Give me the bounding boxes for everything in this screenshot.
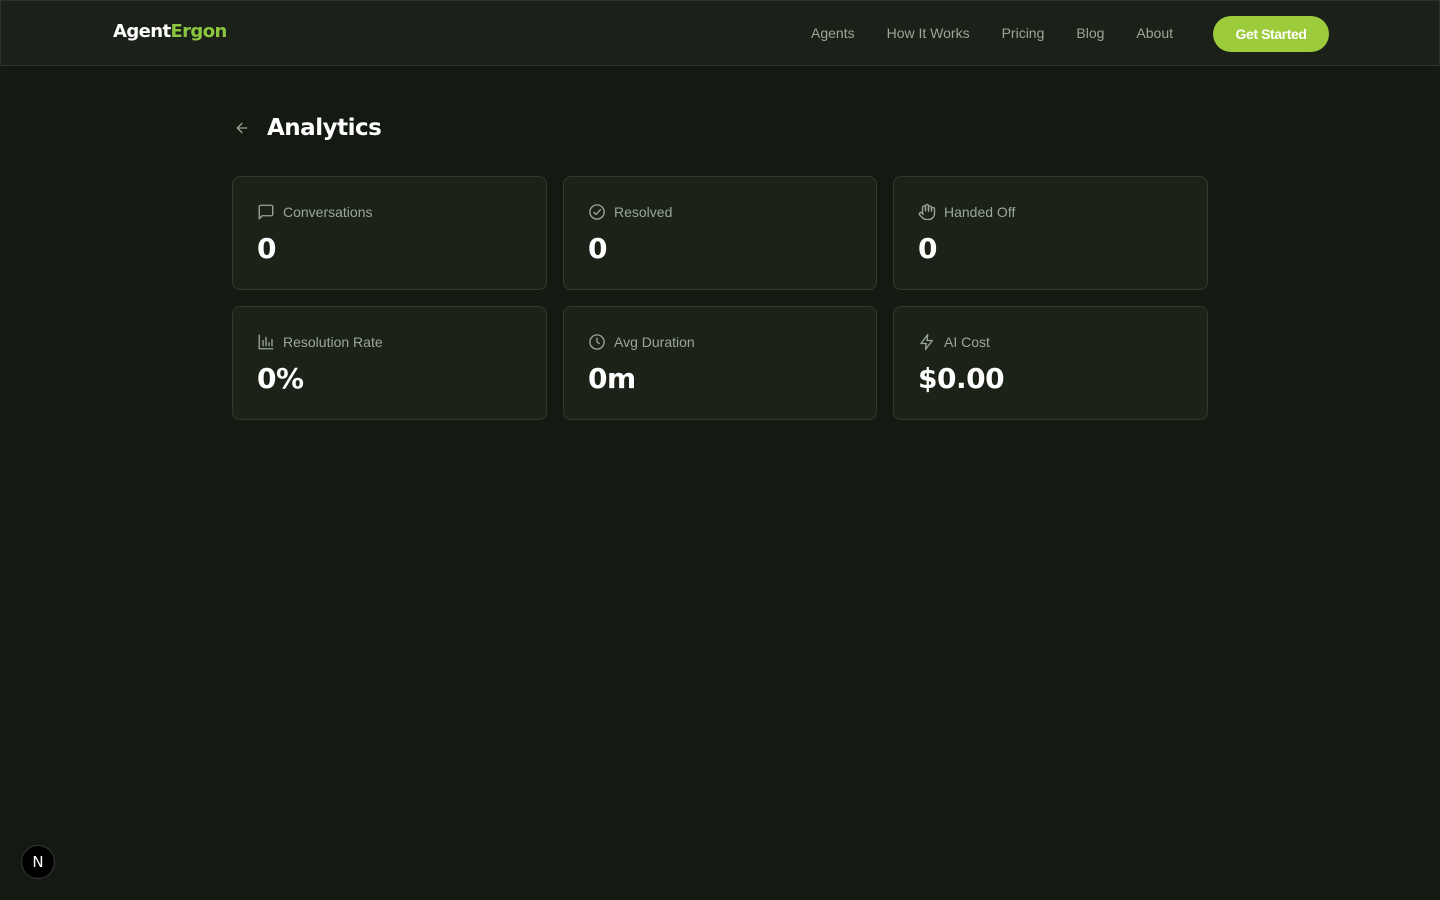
stat-card-avg-duration: Avg Duration 0m bbox=[563, 306, 877, 420]
clock-icon bbox=[588, 333, 606, 351]
stat-value: 0m bbox=[588, 362, 636, 395]
check-circle-icon bbox=[588, 203, 606, 221]
page-header: Analytics bbox=[232, 110, 382, 146]
stat-label: Handed Off bbox=[944, 204, 1016, 220]
nav-link-about[interactable]: About bbox=[1136, 25, 1173, 41]
get-started-button[interactable]: Get Started bbox=[1213, 16, 1329, 52]
stat-label: Resolution Rate bbox=[283, 334, 383, 350]
message-square-icon bbox=[257, 203, 275, 221]
stats-grid: Conversations 0 Resolved 0 Handed Off 0 … bbox=[232, 176, 1208, 420]
stat-label-row: Resolved bbox=[588, 202, 852, 222]
arrow-left-icon bbox=[236, 122, 248, 134]
bar-chart-icon bbox=[257, 333, 275, 351]
nav-link-pricing[interactable]: Pricing bbox=[1002, 25, 1045, 41]
nav-links: Agents How It Works Pricing Blog About bbox=[811, 25, 1205, 41]
stat-label-row: Conversations bbox=[257, 202, 522, 222]
stat-label: AI Cost bbox=[944, 334, 990, 350]
stat-label-row: AI Cost bbox=[918, 332, 1183, 352]
stat-card-conversations: Conversations 0 bbox=[232, 176, 547, 290]
top-navbar: AgentErgon Agents How It Works Pricing B… bbox=[0, 0, 1440, 66]
stat-label-row: Handed Off bbox=[918, 202, 1183, 222]
stat-card-ai-cost: AI Cost $0.00 bbox=[893, 306, 1208, 420]
logo-text-ergon: Ergon bbox=[170, 21, 227, 42]
zap-icon bbox=[918, 333, 936, 351]
stat-value: 0 bbox=[918, 232, 937, 265]
stat-label-row: Avg Duration bbox=[588, 332, 852, 352]
stat-value: 0 bbox=[257, 232, 276, 265]
stat-card-resolved: Resolved 0 bbox=[563, 176, 877, 290]
stat-value: 0 bbox=[588, 232, 607, 265]
brand-logo[interactable]: AgentErgon bbox=[113, 21, 227, 42]
logo-text-agent: Agent bbox=[113, 21, 171, 42]
stat-label-row: Resolution Rate bbox=[257, 332, 522, 352]
stat-label: Conversations bbox=[283, 204, 373, 220]
stat-card-resolution-rate: Resolution Rate 0% bbox=[232, 306, 547, 420]
hand-icon bbox=[918, 203, 936, 221]
stat-card-handed-off: Handed Off 0 bbox=[893, 176, 1208, 290]
nav-link-agents[interactable]: Agents bbox=[811, 25, 855, 41]
nextjs-devtools-badge[interactable]: N bbox=[21, 845, 55, 879]
nav-link-how-it-works[interactable]: How It Works bbox=[887, 25, 970, 41]
stat-label: Avg Duration bbox=[614, 334, 695, 350]
stat-value: $0.00 bbox=[918, 362, 1005, 395]
page-title: Analytics bbox=[267, 115, 382, 141]
stat-label: Resolved bbox=[614, 204, 673, 220]
back-button[interactable] bbox=[232, 118, 252, 138]
stat-value: 0% bbox=[257, 362, 304, 395]
nav-link-blog[interactable]: Blog bbox=[1076, 25, 1104, 41]
